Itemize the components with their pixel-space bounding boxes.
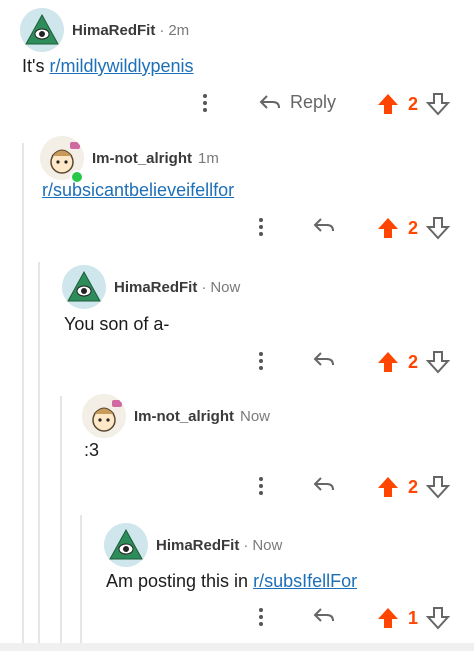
separator-dot: · — [243, 536, 249, 554]
illuminati-eye-avatar-icon — [104, 523, 148, 567]
vote-count: 2 — [408, 93, 419, 114]
comment-actions: 2 — [0, 212, 474, 246]
comment-text: It's — [22, 56, 50, 76]
vote-controls: 2 — [376, 216, 451, 240]
timestamp: Now — [210, 278, 241, 296]
reply-button[interactable] — [312, 350, 336, 370]
comment-header: HimaRedFit · 2m — [20, 8, 190, 52]
downvote-arrow-icon[interactable] — [426, 606, 451, 630]
username[interactable]: HimaRedFit — [114, 279, 197, 296]
subreddit-link[interactable]: r/subsicantbelieveifellfor — [42, 180, 234, 200]
avatar[interactable] — [62, 265, 106, 309]
vote-controls: 2 — [376, 475, 451, 499]
thread-line — [38, 262, 40, 643]
username[interactable]: Im-not_alright — [92, 150, 192, 167]
upvote-arrow-icon[interactable] — [376, 92, 400, 116]
downvote-arrow-icon[interactable] — [426, 216, 451, 240]
comment-body: Am posting this in r/subsIfellFor — [106, 571, 357, 592]
subreddit-link[interactable]: r/subsIfellFor — [253, 571, 357, 591]
upvote-arrow-icon[interactable] — [376, 475, 400, 499]
reply-label: Reply — [290, 92, 337, 112]
avatar[interactable] — [104, 523, 148, 567]
timestamp: 1m — [198, 149, 219, 167]
vote-count: 2 — [408, 351, 419, 372]
more-vertical-icon[interactable] — [251, 212, 271, 242]
avatar[interactable] — [82, 394, 126, 438]
illuminati-eye-avatar-icon — [62, 265, 106, 309]
reply-button[interactable] — [312, 475, 336, 495]
illuminati-eye-avatar-icon — [20, 8, 64, 52]
bottom-divider — [0, 643, 474, 651]
comment-header: Im-not_alright 1m — [40, 136, 219, 180]
more-vertical-icon[interactable] — [195, 88, 215, 118]
username[interactable]: HimaRedFit — [156, 537, 239, 554]
vote-count: 1 — [408, 607, 419, 628]
comment-text: Am posting this in — [106, 571, 254, 591]
upvote-arrow-icon[interactable] — [376, 606, 400, 630]
vote-controls: 2 — [376, 350, 451, 374]
comment-body: You son of a- — [64, 314, 169, 335]
reply-button[interactable]: Reply — [258, 92, 336, 113]
upvote-arrow-icon[interactable] — [376, 216, 400, 240]
more-vertical-icon[interactable] — [251, 602, 271, 632]
username[interactable]: HimaRedFit — [72, 22, 155, 39]
comment-actions: Reply 2 — [0, 88, 474, 122]
timestamp: 2m — [168, 21, 190, 39]
separator-dot: · — [159, 21, 165, 39]
more-vertical-icon[interactable] — [251, 346, 271, 376]
subreddit-link[interactable]: r/mildlywildlypenis — [49, 56, 193, 76]
downvote-arrow-icon[interactable] — [426, 475, 451, 499]
comment-body: It's r/mildlywildlypenis — [22, 56, 194, 77]
comment-header: Im-not_alright Now — [82, 394, 271, 438]
downvote-arrow-icon[interactable] — [426, 350, 451, 374]
downvote-arrow-icon[interactable] — [426, 92, 451, 116]
comment-header: HimaRedFit · Now — [104, 523, 283, 567]
comment-body: :3 — [84, 440, 99, 461]
reply-arrow-icon — [313, 608, 334, 622]
reply-button[interactable] — [312, 606, 336, 626]
vote-controls: 1 — [376, 606, 451, 630]
upvote-arrow-icon[interactable] — [376, 350, 400, 374]
comment-text: :3 — [84, 440, 100, 460]
reply-arrow-icon — [313, 477, 334, 491]
comment-body: r/subsicantbelieveifellfor — [42, 180, 234, 201]
more-vertical-icon[interactable] — [251, 471, 271, 501]
vote-controls: 2 — [376, 92, 451, 116]
avatar[interactable] — [20, 8, 64, 52]
separator-dot: · — [201, 278, 207, 296]
comment-text: You son of a- — [64, 314, 170, 334]
timestamp: Now — [252, 536, 283, 554]
comment-header: HimaRedFit · Now — [62, 265, 241, 309]
username[interactable]: Im-not_alright — [134, 408, 234, 425]
reply-arrow-icon — [313, 352, 334, 366]
reply-arrow-icon — [313, 218, 334, 232]
timestamp: Now — [240, 407, 271, 425]
comment-actions: 2 — [0, 346, 474, 380]
vote-count: 2 — [408, 217, 419, 238]
reply-arrow-icon — [259, 94, 280, 109]
reply-button[interactable] — [312, 216, 336, 236]
comment-actions: 2 — [0, 471, 474, 505]
comment-actions: 1 — [0, 602, 474, 636]
cat-girl-avatar-icon — [82, 394, 126, 438]
vote-count: 2 — [408, 476, 419, 497]
